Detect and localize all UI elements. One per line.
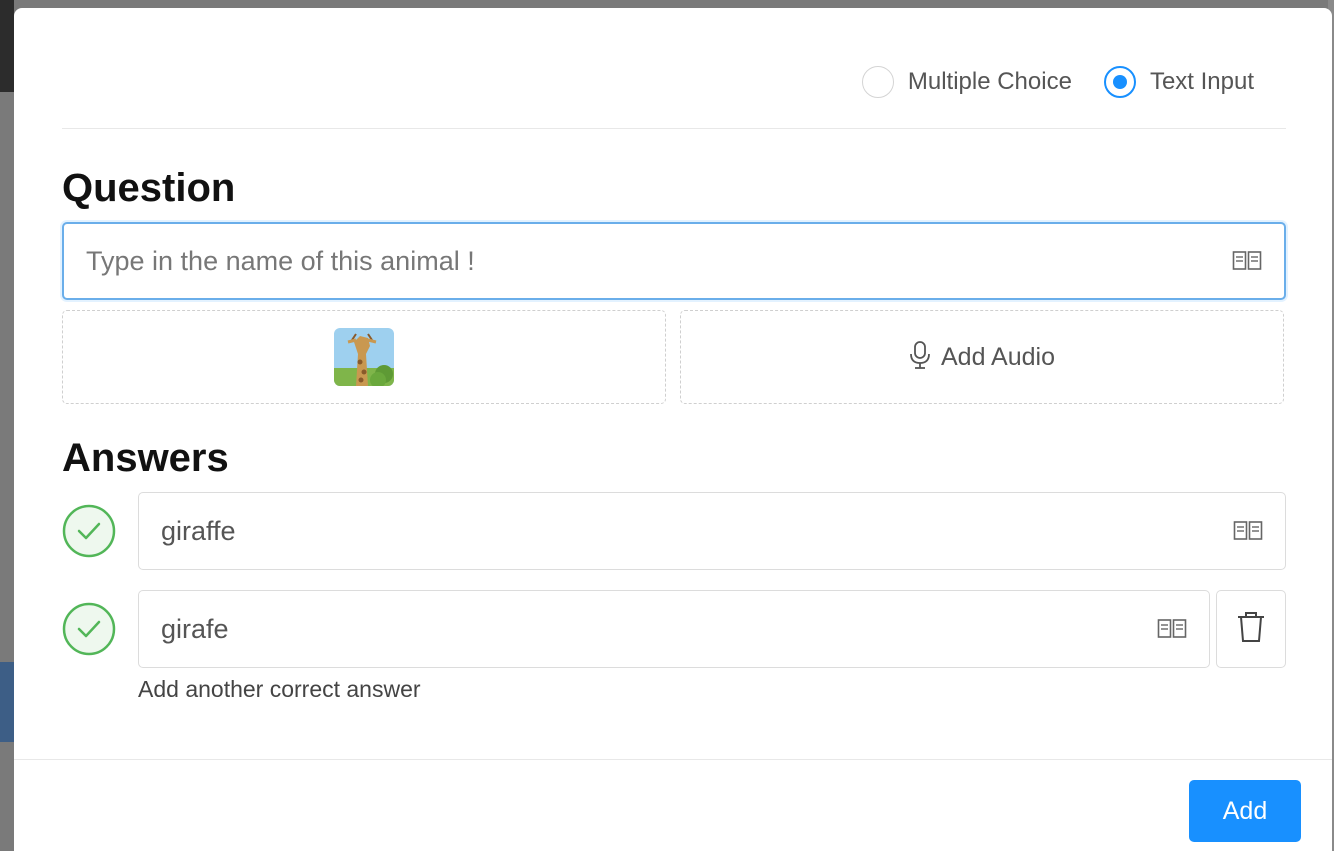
radio-multiple-choice[interactable] — [861, 66, 894, 98]
delete-answer-button[interactable] — [1216, 590, 1286, 668]
question-editor-modal: Multiple Choice Text Input Question Type… — [14, 8, 1332, 851]
correct-check-icon[interactable] — [62, 602, 116, 656]
trash-icon — [1236, 610, 1266, 649]
question-heading: Question — [62, 166, 236, 210]
footer-divider — [14, 759, 1332, 760]
book-icon[interactable] — [1232, 250, 1262, 272]
radio-text-input[interactable] — [1103, 66, 1136, 98]
question-audio-upload[interactable]: Add Audio — [680, 310, 1284, 404]
answers-heading: Answers — [62, 436, 229, 480]
backdrop-dark-region — [0, 0, 14, 92]
microphone-icon — [909, 340, 931, 375]
question-type-selector: Multiple Choice Text Input — [861, 62, 1254, 102]
answer-value-2: girafe — [161, 613, 229, 644]
radio-label-multiple-choice: Multiple Choice — [907, 68, 1072, 95]
question-text-input[interactable]: Type in the name of this animal ! — [62, 222, 1286, 300]
book-icon[interactable] — [1233, 520, 1263, 542]
add-button[interactable]: Add — [1189, 780, 1301, 842]
answer-input-2[interactable]: girafe — [138, 590, 1210, 668]
backdrop-blue-region — [0, 662, 14, 742]
radio-label-text-input: Text Input — [1149, 68, 1254, 95]
answer-input-1[interactable]: giraffe — [138, 492, 1286, 570]
header-divider — [62, 128, 1286, 129]
question-image-upload[interactable] — [62, 310, 666, 404]
radio-option-multiple-choice[interactable]: Multiple Choice — [861, 66, 1072, 98]
add-audio-label: Add Audio — [941, 342, 1055, 371]
correct-check-icon[interactable] — [62, 504, 116, 558]
book-icon[interactable] — [1157, 618, 1187, 640]
question-text-value: Type in the name of this animal ! — [86, 245, 475, 276]
answer-value-1: giraffe — [161, 515, 236, 546]
radio-option-text-input[interactable]: Text Input — [1103, 66, 1254, 98]
giraffe-image[interactable] — [334, 328, 394, 386]
add-another-answer-link[interactable]: Add another correct answer — [138, 676, 421, 703]
